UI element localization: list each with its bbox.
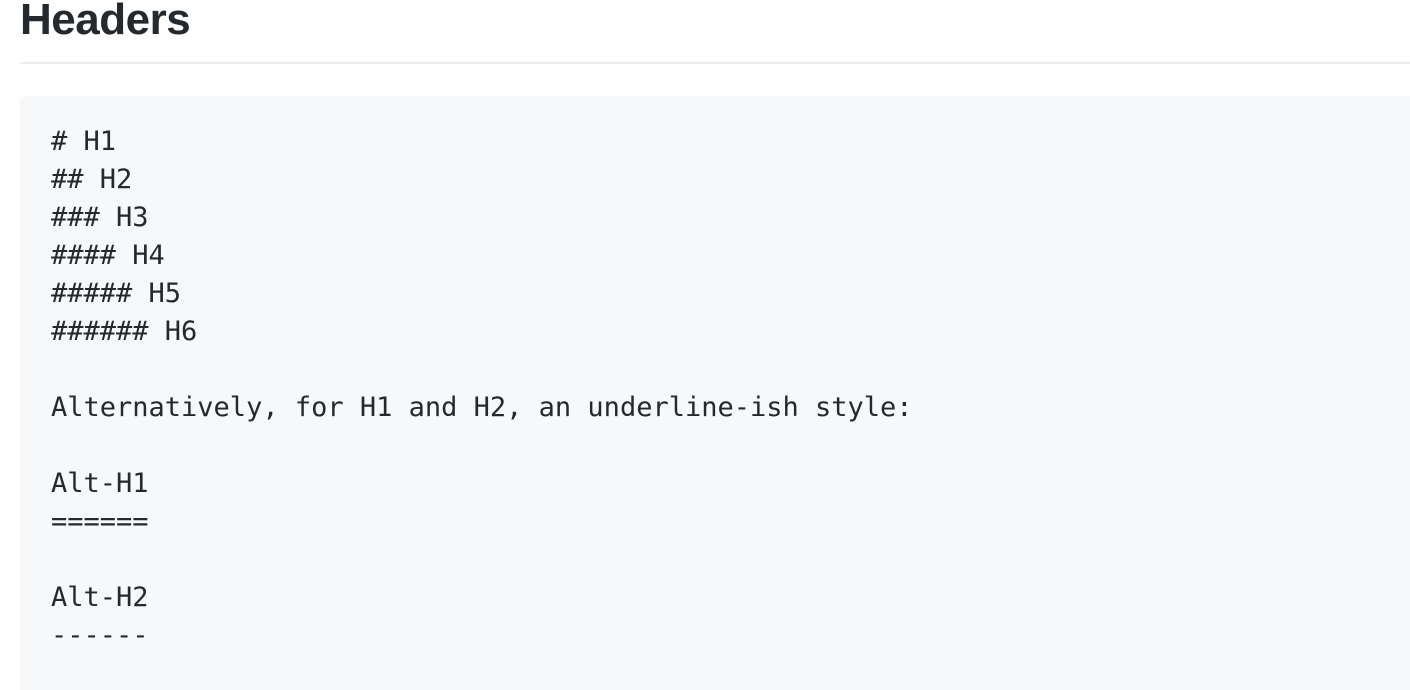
- document-page: Headers # H1 ## H2 ### H3 #### H4 ##### …: [0, 0, 1410, 690]
- code-line: ###### H6: [51, 316, 198, 347]
- heading-divider: [20, 62, 1410, 64]
- code-line: Alt-H1: [51, 468, 149, 499]
- code-line: ======: [51, 506, 149, 537]
- section-heading: Headers: [20, 0, 191, 44]
- code-line: ## H2: [51, 164, 133, 195]
- code-line: ##### H5: [51, 278, 182, 309]
- code-block: # H1 ## H2 ### H3 #### H4 ##### H5 #####…: [20, 96, 1410, 690]
- code-line: #### H4: [51, 240, 165, 271]
- code-line: Alt-H2: [51, 582, 149, 613]
- code-line: ### H3: [51, 202, 149, 233]
- code-line: ------: [51, 620, 149, 651]
- code-line: # H1: [51, 126, 117, 157]
- code-line: Alternatively, for H1 and H2, an underli…: [51, 392, 913, 423]
